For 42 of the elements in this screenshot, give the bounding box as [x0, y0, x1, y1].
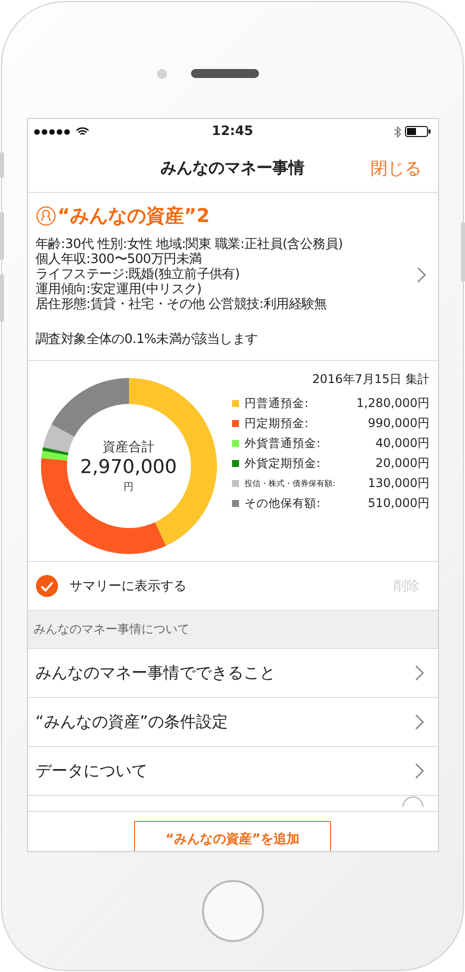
legend-amount: 20,000円 [376, 455, 430, 472]
profile-line: 年齢:30代 性別:女性 地域:関東 職業:正社員(含公務員) [36, 237, 344, 252]
signal-icon [34, 128, 72, 134]
profile-title: “みんなの資産”2 [58, 204, 210, 229]
legend-label: 外貨定期預金: [244, 456, 322, 471]
profile-line: 個人年収:300〜500万円未満 [36, 252, 203, 267]
camera [156, 69, 166, 79]
legend-amount: 1,280,000円 [356, 395, 430, 412]
total-label: 資産合計 [102, 439, 154, 456]
legend-label: 投信・株式・債券保有額: [244, 478, 336, 489]
profile-line: ライフステージ:既婚(独立前子供有) [36, 267, 241, 282]
chevron-icon [414, 665, 424, 681]
total-amount: 2,970,000 [80, 456, 177, 478]
menu-row[interactable]: “みんなの資産”の条件設定 [28, 698, 438, 747]
legend-label: 円定期預金: [244, 416, 310, 431]
profile-line: 運用傾向:安定運用(中リスク) [36, 282, 203, 297]
wifi-icon [76, 126, 88, 136]
section-header: みんなのマネー事情について [28, 611, 438, 649]
status-time: 12:45 [212, 124, 254, 139]
menu-row[interactable]: データについて [28, 747, 438, 796]
legend-amount: 40,000円 [376, 435, 430, 452]
summary-date: 2016年7月15日 集計 [311, 371, 430, 388]
profile-line: 居住形態:賃貸・社宅・その他 公営競技:利用経験無 [36, 297, 328, 312]
battery-icon [405, 126, 432, 137]
person-icon [36, 206, 56, 226]
legend-amount: 510,000円 [368, 495, 430, 512]
chevron-icon [414, 714, 424, 730]
menu-row[interactable]: みんなのマネー事情でできること [28, 649, 438, 698]
legend-amount: 130,000円 [368, 475, 430, 492]
chevron-icon [416, 266, 426, 282]
checkbox-label: サマリーに表示する [70, 578, 188, 595]
legend-label: 円普通預金: [244, 396, 310, 411]
match-note: 調査対象全体の0.1%未満が該当します [36, 331, 259, 348]
nav-title: みんなのマネー事情 [160, 158, 304, 178]
bluetooth-icon [394, 126, 402, 138]
legend-label: 外貨普通預金: [244, 436, 322, 451]
chevron-icon [414, 763, 424, 779]
legend-amount: 990,000円 [368, 415, 430, 432]
check-icon [40, 580, 54, 592]
legend-label: その他保有額: [244, 496, 322, 511]
speaker [190, 69, 258, 78]
total-unit: 円 [124, 481, 134, 494]
